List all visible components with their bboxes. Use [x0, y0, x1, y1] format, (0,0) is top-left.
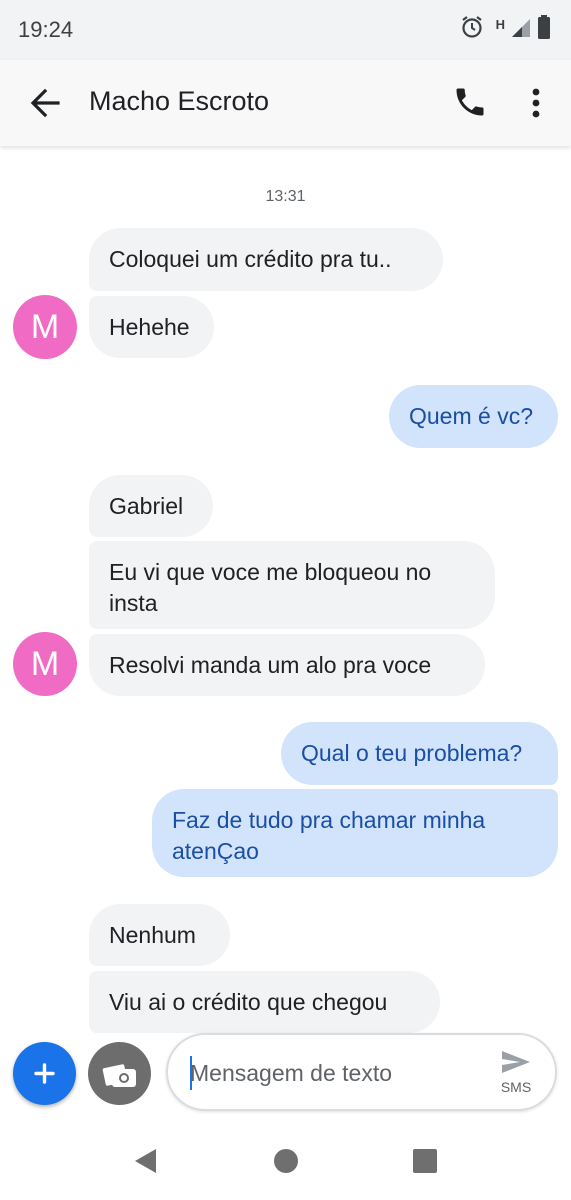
message-bubble-incoming[interactable]: Resolvi manda um alo pra voce — [89, 634, 485, 696]
contact-avatar[interactable]: M — [13, 295, 77, 359]
message-bubble-incoming[interactable]: Coloquei um crédito pra tu.. — [89, 228, 443, 291]
avatar-letter: M — [30, 645, 60, 683]
camera-gallery-button[interactable] — [88, 1042, 151, 1105]
contact-avatar[interactable]: M — [13, 632, 77, 696]
app-bar: Macho Escroto — [0, 60, 571, 146]
alarm-icon — [461, 16, 482, 38]
recents-square-icon[interactable] — [410, 1146, 440, 1176]
message-bubble-outgoing[interactable]: Faz de tudo pra chamar minha atenÇao — [152, 789, 558, 877]
status-bar: 19:24 H — [0, 0, 571, 60]
message-text: Qual o teu problema? — [301, 740, 523, 766]
status-time: 19:24 — [18, 17, 74, 42]
sms-label: SMS — [500, 1079, 532, 1095]
send-icon — [502, 1051, 530, 1073]
status-icons: H — [460, 14, 551, 40]
signal-icon — [512, 19, 530, 37]
message-text: Viu ai o crédito que chegou — [109, 989, 388, 1015]
phone-icon[interactable] — [452, 84, 488, 120]
message-text: Coloquei um crédito pra tu.. — [109, 246, 392, 272]
message-input[interactable] — [190, 1055, 480, 1091]
compose-bar: SMS — [166, 1033, 557, 1111]
message-bubble-incoming[interactable]: Viu ai o crédito que chegou — [89, 971, 440, 1033]
message-text: Hehehe — [109, 314, 190, 340]
message-bubble-outgoing[interactable]: Qual o teu problema? — [281, 722, 558, 785]
message-bubble-outgoing[interactable]: Quem é vc? — [389, 385, 558, 448]
back-triangle-icon[interactable] — [130, 1146, 160, 1176]
message-text: Faz de tudo pra chamar minha atenÇao — [172, 807, 486, 864]
more-vert-icon[interactable] — [522, 84, 550, 122]
message-bubble-incoming[interactable]: Eu vi que voce me bloqueou no insta — [89, 541, 495, 629]
system-nav-bar — [0, 1122, 571, 1200]
network-type-label: H — [495, 16, 505, 32]
message-bubble-incoming[interactable]: Gabriel — [89, 475, 213, 537]
contact-name: Macho Escroto — [89, 86, 270, 116]
home-circle-icon[interactable] — [271, 1146, 301, 1176]
back-arrow-icon[interactable] — [26, 84, 64, 122]
message-text: Nenhum — [109, 922, 196, 948]
send-button[interactable]: SMS — [486, 1043, 546, 1103]
message-bubble-incoming[interactable]: Hehehe — [89, 296, 214, 358]
avatar-letter: M — [30, 308, 60, 346]
add-attachment-button[interactable] — [13, 1042, 76, 1105]
battery-icon — [538, 15, 550, 39]
message-text: Resolvi manda um alo pra voce — [109, 652, 432, 678]
message-text: Eu vi que voce me bloqueou no insta — [109, 559, 432, 616]
message-text: Quem é vc? — [409, 403, 533, 429]
camera-icon — [102, 1064, 136, 1087]
plus-icon — [34, 1063, 55, 1084]
message-timestamp: 13:31 — [265, 188, 306, 205]
message-bubble-incoming[interactable]: Nenhum — [89, 904, 230, 966]
message-text: Gabriel — [109, 493, 184, 519]
